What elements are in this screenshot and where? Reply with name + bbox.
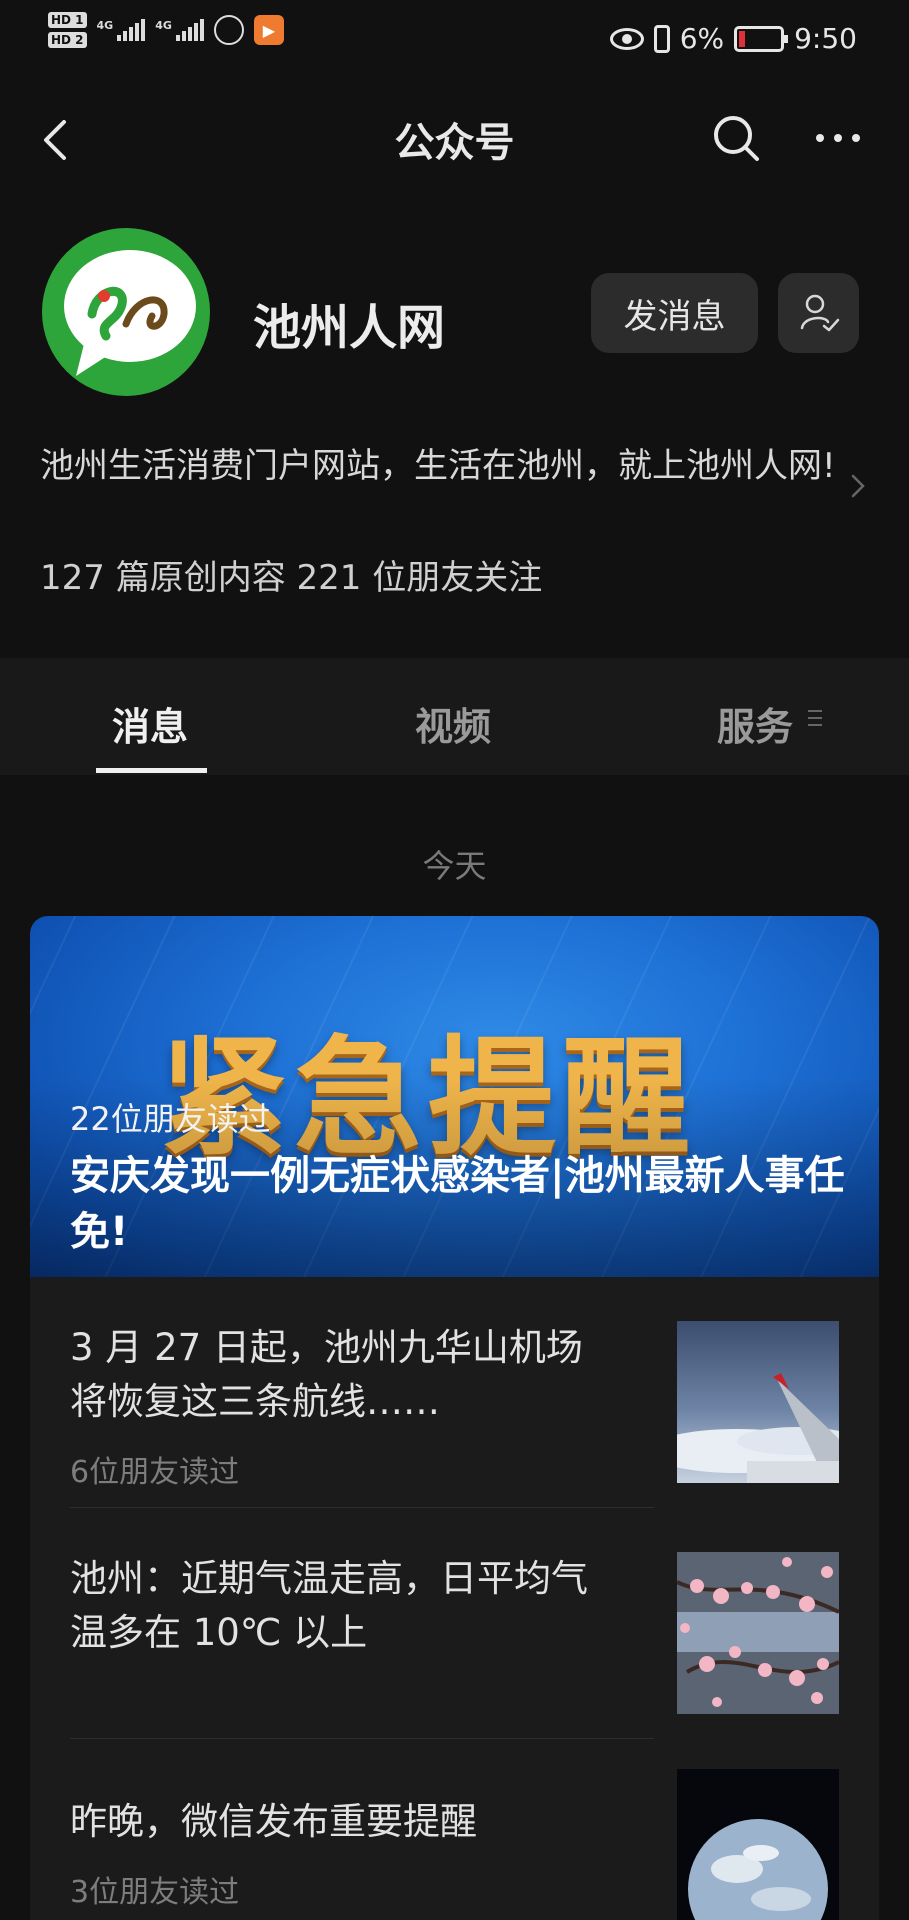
plum-blossom-thumbnail (677, 1552, 839, 1714)
battery-percent: 6% (679, 22, 725, 55)
sim1-label: HD 1 (48, 12, 87, 28)
send-message-button[interactable]: 发消息 (591, 273, 758, 353)
article-read-count: 3位朋友读过 (70, 1875, 240, 1910)
tab-bar: 消息 视频 服务 (0, 658, 909, 775)
screen: HD 1 HD 2 4G 4G ▶ 6% 9:50 公众号 池州人网 发消息 池… (0, 0, 909, 1920)
account-stats: 127 篇原创内容 221 位朋友关注 (40, 558, 543, 598)
tab-messages[interactable]: 消息 (112, 696, 188, 751)
video-app-icon: ▶ (253, 15, 284, 45)
hand-icon (213, 15, 244, 45)
vibrate-icon (653, 24, 670, 53)
list-item[interactable]: 昨晚，微信发布重要提醒 3位朋友读过 (30, 1739, 879, 1920)
net2-label: 4G (155, 19, 172, 32)
article-title: 池州：近期气温走高，日平均气温多在 10℃ 以上 (70, 1557, 588, 1654)
list-item[interactable]: 池州：近期气温走高，日平均气温多在 10℃ 以上 (30, 1508, 879, 1738)
account-avatar[interactable] (40, 226, 212, 398)
status-left: HD 1 HD 2 4G 4G ▶ (48, 12, 284, 48)
article-read-count: 6位朋友读过 (70, 1455, 240, 1490)
more-options-icon[interactable] (812, 112, 864, 164)
net1-label: 4G (96, 19, 114, 32)
chevron-right-icon[interactable] (848, 472, 868, 500)
sim-indicators: HD 1 HD 2 (48, 12, 87, 48)
page-title: 公众号 (394, 120, 515, 166)
clock: 9:50 (794, 22, 857, 55)
account-description[interactable]: 池州生活消费门户网站，生活在池州，就上池州人网! (40, 440, 840, 492)
battery-icon (734, 25, 789, 52)
nav-bar: 公众号 (0, 80, 909, 200)
list-item[interactable]: 3 月 27 日起，池州九华山机场将恢复这三条航线…… 6位朋友读过 (30, 1277, 879, 1507)
tab-videos[interactable]: 视频 (415, 696, 491, 751)
account-profile: 池州人网 发消息 池州生活消费门户网站，生活在池州，就上池州人网! 127 篇原… (0, 200, 909, 655)
menu-lines-icon (808, 710, 822, 726)
signal-2-icon: 4G (155, 19, 204, 41)
article-title: 昨晚，微信发布重要提醒 (70, 1800, 477, 1843)
message-feed: 今天 紧急提醒 22位朋友读过 安庆发现一例无症状感染者|池州最新人事任免! 3… (0, 775, 909, 1920)
status-right: 6% 9:50 (609, 22, 857, 55)
user-check-icon (800, 294, 839, 332)
earth-thumbnail (677, 1769, 839, 1920)
active-tab-indicator (96, 768, 207, 773)
sim2-label: HD 2 (48, 32, 87, 48)
article-card: 紧急提醒 22位朋友读过 安庆发现一例无症状感染者|池州最新人事任免! 3 月 … (30, 916, 879, 1920)
account-name: 池州人网 (253, 300, 446, 356)
search-icon[interactable] (710, 112, 762, 164)
featured-title: 安庆发现一例无症状感染者|池州最新人事任免! (70, 1153, 845, 1255)
eye-icon (609, 27, 644, 50)
tab-services[interactable]: 服务 (717, 696, 793, 751)
status-bar: HD 1 HD 2 4G 4G ▶ 6% 9:50 (0, 0, 909, 80)
followed-button[interactable] (778, 273, 859, 353)
featured-read-count: 22位朋友读过 (70, 1100, 271, 1138)
airplane-wing-thumbnail (677, 1321, 839, 1483)
date-label: 今天 (422, 847, 487, 885)
article-title: 3 月 27 日起，池州九华山机场将恢复这三条航线…… (70, 1326, 583, 1423)
featured-article[interactable]: 紧急提醒 22位朋友读过 安庆发现一例无症状感染者|池州最新人事任免! (30, 916, 879, 1277)
signal-1-icon: 4G (97, 19, 146, 41)
